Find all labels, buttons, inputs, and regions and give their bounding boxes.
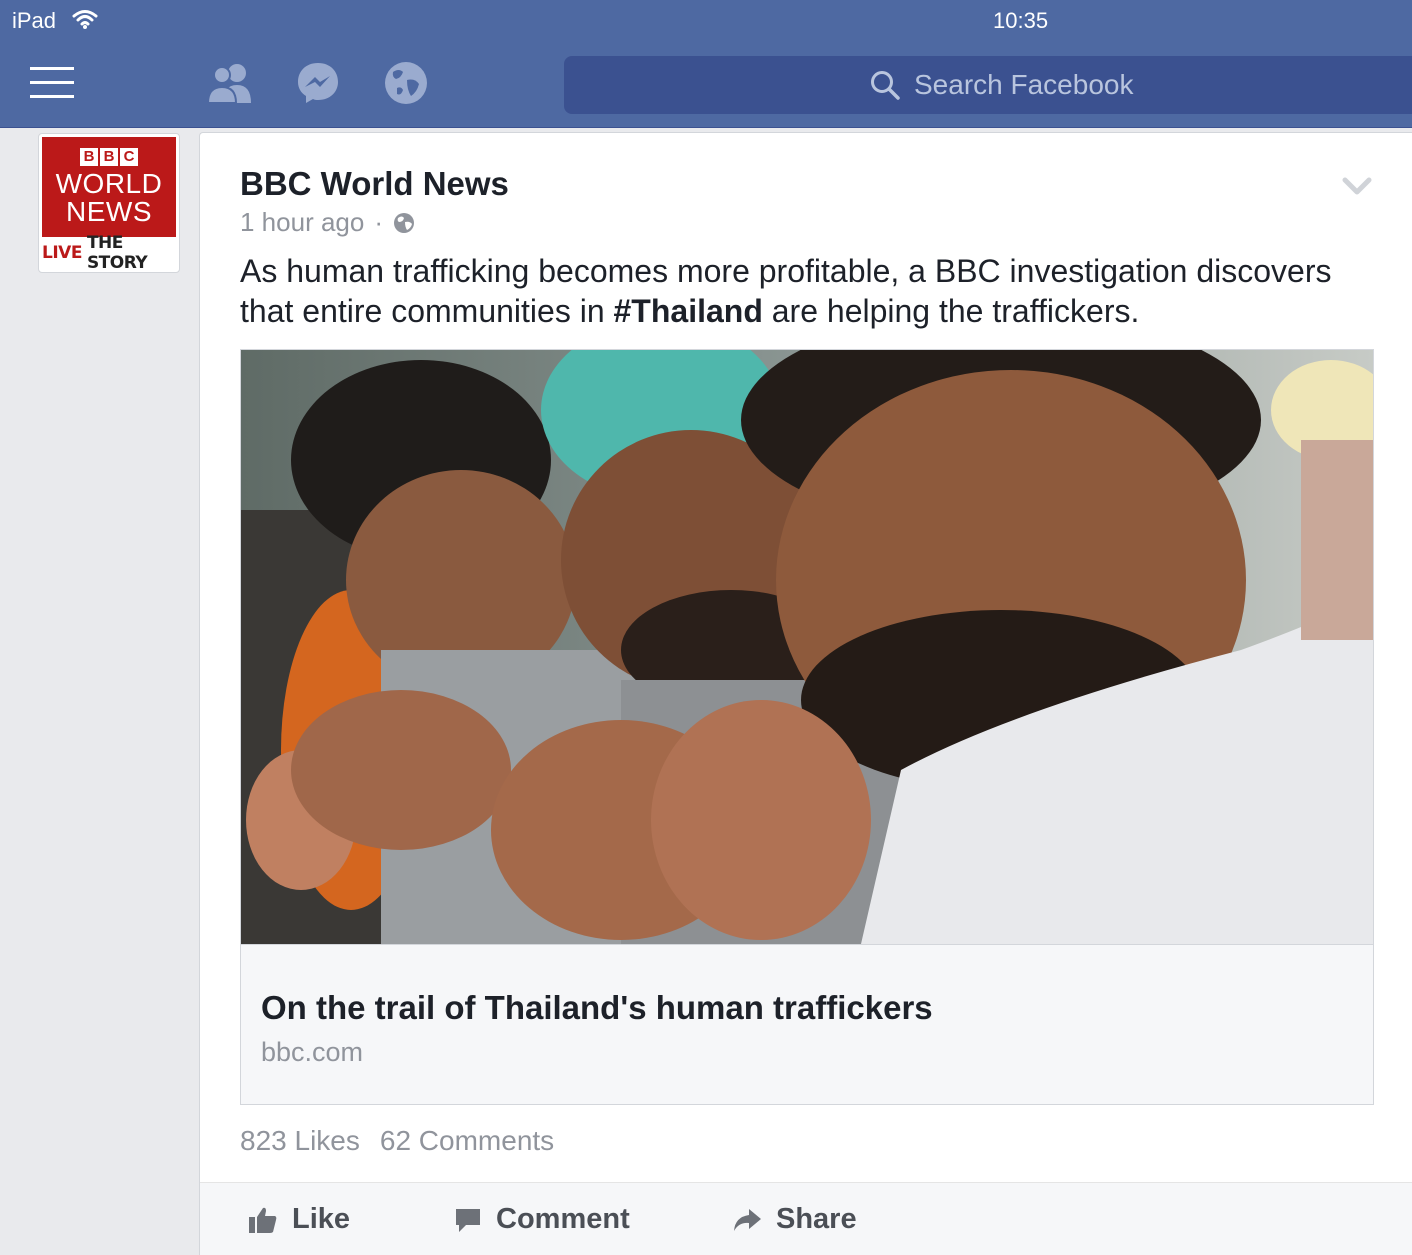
- comment-icon: [456, 1208, 480, 1232]
- nav-bar: Search Facebook: [0, 44, 1412, 128]
- messenger-button[interactable]: [294, 58, 342, 108]
- public-globe-icon: [394, 212, 414, 233]
- bbc-block: B: [100, 148, 118, 166]
- comments-count[interactable]: 62 Comments: [380, 1125, 554, 1157]
- menu-button[interactable]: [26, 58, 78, 108]
- post-time[interactable]: 1 hour ago: [240, 207, 364, 238]
- device-label: iPad: [12, 8, 57, 33]
- logo-line-2: NEWS: [66, 196, 152, 227]
- comment-button[interactable]: Comment: [454, 1203, 630, 1236]
- menu-icon: [30, 67, 74, 98]
- post-text: As human trafficking becomes more profit…: [240, 251, 1390, 331]
- article-photo-image: [241, 350, 1373, 944]
- like-icon: [249, 1207, 277, 1233]
- share-icon: [734, 1208, 761, 1231]
- wifi-icon: [72, 10, 98, 29]
- search-input[interactable]: Search Facebook: [564, 56, 1412, 114]
- hashtag-link[interactable]: #Thailand: [614, 293, 763, 329]
- logo-tagline: LIVE THE STORY: [42, 233, 176, 273]
- bbc-logo: B B C WORLD NEWS: [42, 137, 176, 237]
- link-info: On the trail of Thailand's human traffic…: [241, 944, 1373, 1104]
- clock: 10:35: [993, 8, 1049, 33]
- messenger-icon: [298, 63, 338, 103]
- link-title: On the trail of Thailand's human traffic…: [261, 989, 933, 1026]
- engagement-counts: 823 Likes 62 Comments: [240, 1125, 554, 1157]
- link-preview[interactable]: On the trail of Thailand's human traffic…: [240, 349, 1374, 1105]
- bbc-block: B: [80, 148, 98, 166]
- chevron-down-icon[interactable]: [1342, 175, 1372, 197]
- status-bar: iPad 10:35: [0, 0, 1412, 44]
- page-avatar[interactable]: B B C WORLD NEWS LIVE THE STORY: [38, 133, 180, 273]
- share-button[interactable]: Share: [732, 1203, 857, 1236]
- like-button[interactable]: Like: [248, 1203, 350, 1236]
- search-icon: [871, 71, 900, 100]
- tagline-live: LIVE: [42, 243, 82, 263]
- globe-icon: [385, 62, 427, 104]
- friend-requests-button[interactable]: [204, 58, 256, 108]
- friends-icon: [206, 64, 251, 104]
- link-domain: bbc.com: [261, 1037, 364, 1067]
- post-text-after: are helping the traffickers.: [762, 293, 1140, 329]
- likes-count[interactable]: 823 Likes: [240, 1125, 360, 1157]
- search-placeholder: Search Facebook: [914, 69, 1134, 100]
- post-card: BBC World News 1 hour ago · As human tra…: [199, 132, 1412, 1255]
- like-label: Like: [292, 1203, 351, 1235]
- left-gutter: [0, 128, 200, 1255]
- page-name-link[interactable]: BBC World News: [240, 165, 509, 203]
- action-bar: Like Comment Share: [200, 1183, 1412, 1255]
- tagline-rest: THE STORY: [86, 233, 148, 273]
- share-label: Share: [776, 1203, 857, 1235]
- article-photo: [241, 350, 1373, 944]
- meta-separator: ·: [374, 207, 383, 237]
- comment-label: Comment: [496, 1203, 630, 1235]
- bbc-block: C: [120, 148, 138, 166]
- logo-line-1: WORLD: [55, 168, 163, 199]
- notifications-button[interactable]: [382, 58, 430, 108]
- post-meta: 1 hour ago ·: [240, 207, 415, 238]
